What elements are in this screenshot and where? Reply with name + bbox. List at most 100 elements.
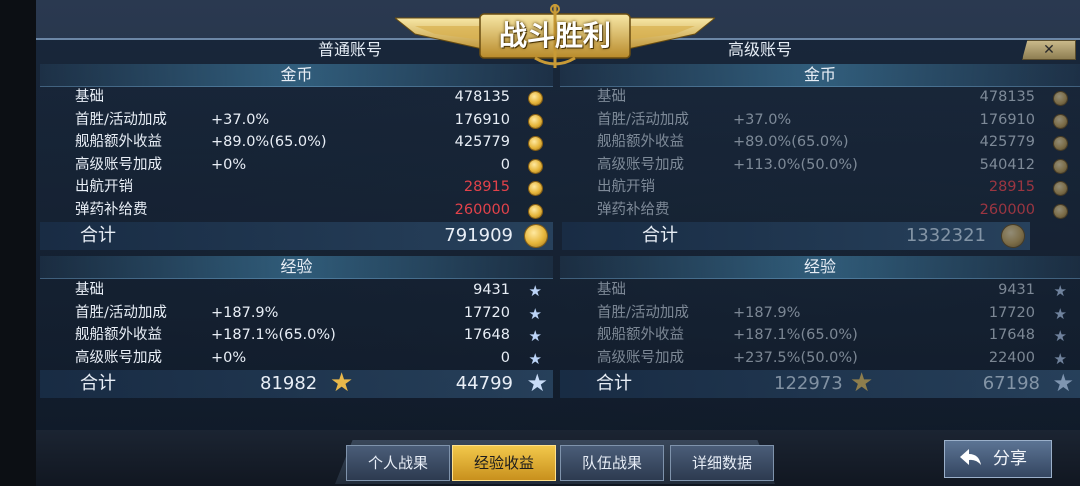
row-label: 舰船额外收益	[597, 134, 684, 151]
exp-star-icon: ★	[528, 327, 542, 346]
captain-exp-star-icon: ★	[330, 368, 354, 398]
left-gold-section-header: 金币	[40, 64, 553, 87]
gold-coin-icon	[1054, 203, 1067, 225]
row-value: 260000	[979, 202, 1035, 218]
right-gold-total-value: 1332321	[905, 225, 986, 246]
right-gold-row: 高级账号加成 +113.0%(50.0%) 540412	[597, 154, 1075, 176]
left-gold-row: 出航开销 28915	[75, 176, 550, 198]
row-label: 弹药补给费	[597, 202, 670, 218]
row-bonus-percent: +89.0%(65.0%)	[733, 134, 849, 151]
row-label: 高级账号加成	[75, 349, 162, 366]
share-button[interactable]: 分享	[944, 440, 1052, 478]
row-label: 出航开销	[597, 179, 655, 196]
row-bonus-percent: +0%	[211, 156, 247, 173]
row-value: 176910	[979, 111, 1035, 128]
screen-edge	[0, 0, 36, 486]
left-gold-row: 舰船额外收益 +89.0%(65.0%) 425779	[75, 131, 550, 153]
right-exp-row: 基础 9431 ★	[597, 279, 1075, 301]
row-bonus-percent: +0%	[211, 349, 247, 366]
left-gold-total-value: 791909	[444, 225, 513, 246]
total-label: 合计	[80, 225, 116, 246]
gold-coin-icon	[1002, 225, 1024, 256]
row-value: 17648	[988, 327, 1035, 344]
row-value: 9431	[998, 282, 1035, 298]
row-bonus-percent: +37.0%	[211, 111, 270, 128]
left-exp-row: 首胜/活动加成 +187.9% 17720 ★	[75, 302, 550, 324]
left-exp-row: 高级账号加成 +0% 0 ★	[75, 347, 550, 369]
ship-exp-star-icon: ★	[526, 369, 548, 397]
left-gold-row: 弹药补给费 260000	[75, 199, 550, 221]
row-label: 基础	[75, 282, 104, 298]
row-label: 首胜/活动加成	[75, 111, 167, 128]
right-gold-row: 舰船额外收益 +89.0%(65.0%) 425779	[597, 131, 1075, 153]
left-ship-exp-total: 44799	[455, 373, 513, 394]
exp-star-icon: ★	[1053, 282, 1067, 300]
row-value: 17720	[463, 304, 510, 321]
row-value: 425779	[979, 134, 1035, 151]
exp-star-icon: ★	[528, 349, 542, 368]
row-value: 425779	[454, 134, 510, 151]
row-label: 首胜/活动加成	[597, 304, 689, 321]
tab-personal-results[interactable]: 个人战果	[346, 445, 450, 481]
total-label: 合计	[642, 225, 678, 246]
row-value: 260000	[454, 202, 510, 218]
victory-title-emblem: 战斗胜利	[393, 4, 717, 68]
exp-star-icon: ★	[1053, 349, 1067, 368]
right-exp-row: 首胜/活动加成 +187.9% 17720 ★	[597, 302, 1075, 324]
row-value: 478135	[454, 89, 510, 105]
row-value: 9431	[473, 282, 510, 298]
left-exp-section-header: 经验	[40, 256, 553, 279]
left-captain-exp-total: 81982	[260, 373, 318, 394]
tab-detailed-data[interactable]: 详细数据	[670, 445, 774, 481]
row-value: 540412	[979, 156, 1035, 173]
back-arrow-icon	[957, 445, 983, 484]
row-bonus-percent: +187.9%	[733, 304, 801, 321]
row-label: 高级账号加成	[597, 349, 684, 366]
normal-account-header: 普通账号	[317, 40, 382, 59]
right-exp-total-row: 合计 122973 ★ 67198 ★	[560, 370, 1080, 398]
right-gold-row: 弹药补给费 260000	[597, 199, 1075, 221]
exp-star-icon: ★	[528, 304, 542, 323]
row-label: 高级账号加成	[597, 156, 684, 173]
row-label: 基础	[597, 282, 626, 298]
row-value: 17648	[463, 327, 510, 344]
close-button[interactable]: ✕	[1022, 40, 1076, 60]
right-gold-section-header: 金币	[560, 64, 1080, 87]
right-exp-section-header: 经验	[560, 256, 1080, 279]
row-value: 28915	[988, 179, 1035, 196]
left-exp-total-row: 合计 81982 ★ 44799 ★	[40, 370, 553, 398]
left-gold-row: 高级账号加成 +0% 0	[75, 154, 550, 176]
row-bonus-percent: +113.0%(50.0%)	[733, 156, 858, 173]
row-label: 基础	[597, 89, 626, 105]
share-label: 分享	[993, 449, 1027, 469]
row-bonus-percent: +37.0%	[733, 111, 792, 128]
row-value: 176910	[454, 111, 510, 128]
total-label: 合计	[80, 373, 116, 394]
row-label: 基础	[75, 89, 104, 105]
tab-team-results[interactable]: 队伍战果	[560, 445, 664, 481]
premium-account-header: 高级账号	[727, 40, 792, 59]
right-exp-row: 高级账号加成 +237.5%(50.0%) 22400 ★	[597, 347, 1075, 369]
row-label: 弹药补给费	[75, 202, 148, 218]
tab-exp-earnings[interactable]: 经验收益	[452, 445, 556, 481]
row-label: 首胜/活动加成	[75, 304, 167, 321]
right-gold-row: 基础 478135	[597, 86, 1075, 108]
row-value: 22400	[988, 349, 1035, 366]
row-label: 首胜/活动加成	[597, 111, 689, 128]
row-value: 28915	[463, 179, 510, 196]
ship-exp-star-icon: ★	[1052, 369, 1074, 397]
row-label: 舰船额外收益	[75, 134, 162, 151]
row-value: 0	[500, 349, 510, 366]
row-label: 舰船额外收益	[75, 327, 162, 344]
row-label: 出航开销	[75, 179, 133, 196]
gold-coin-icon	[525, 225, 547, 256]
right-gold-total-row: 合计 1332321	[562, 222, 1030, 250]
right-exp-row: 舰船额外收益 +187.1%(65.0%) 17648 ★	[597, 324, 1075, 346]
row-bonus-percent: +237.5%(50.0%)	[733, 349, 858, 366]
row-value: 0	[500, 156, 510, 173]
exp-star-icon: ★	[1053, 304, 1067, 323]
row-label: 高级账号加成	[75, 156, 162, 173]
right-ship-exp-total: 67198	[982, 373, 1040, 394]
left-exp-row: 舰船额外收益 +187.1%(65.0%) 17648 ★	[75, 324, 550, 346]
captain-exp-star-icon: ★	[850, 368, 874, 398]
